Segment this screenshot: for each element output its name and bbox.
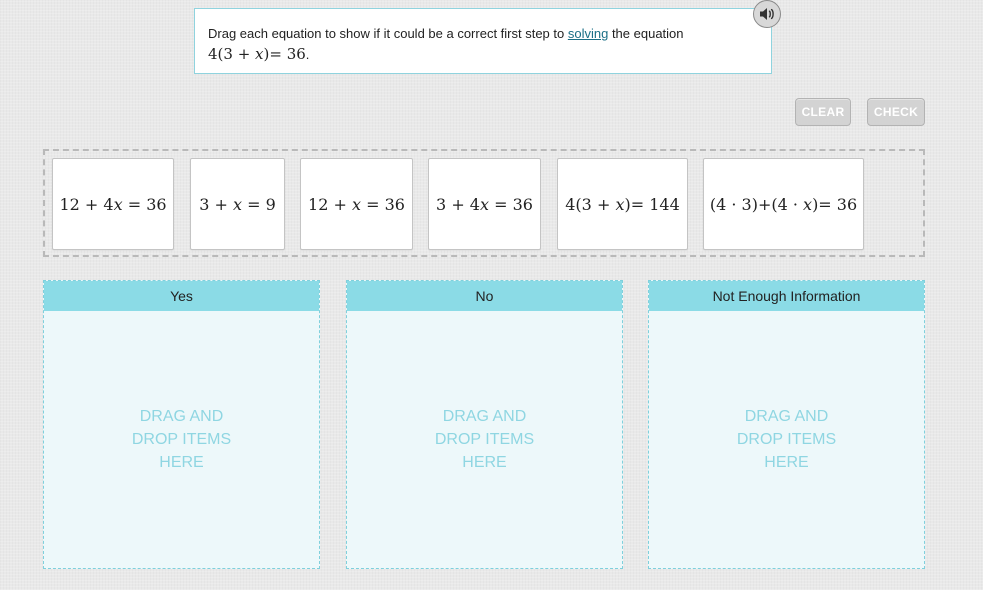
clear-button[interactable]: CLEAR (795, 98, 851, 126)
drop-zone-body[interactable]: DRAG AND DROP ITEMS HERE (649, 311, 924, 568)
prompt-text-end: the equation (608, 26, 684, 41)
prompt-period: . (305, 47, 310, 62)
equation-part-b: )= 36 (812, 194, 858, 214)
drop-zone-no[interactable]: No DRAG AND DROP ITEMS HERE (346, 280, 623, 569)
equation-variable: x (803, 194, 813, 214)
drop-zone-not-enough-information[interactable]: Not Enough Information DRAG AND DROP ITE… (648, 280, 925, 569)
equation-part-a: 3 + (199, 194, 233, 214)
equation-math: 3 + x = 9 (199, 195, 276, 214)
drop-zone-body[interactable]: DRAG AND DROP ITEMS HERE (44, 311, 319, 568)
equation-math: (4 · 3)+(4 · x)= 36 (710, 195, 857, 214)
drop-zone-title: Not Enough Information (649, 281, 924, 311)
prompt-equation-part-b: )= 36 (263, 45, 306, 63)
prompt-equation: 4(3 + x)= 36. (208, 44, 758, 65)
prompt-equation-variable: x (255, 45, 264, 63)
audio-button[interactable] (753, 0, 781, 28)
equation-tile[interactable]: 3 + x = 9 (190, 158, 285, 250)
equation-tile[interactable]: 12 + x = 36 (300, 158, 413, 250)
equation-variable: x (113, 194, 123, 214)
equation-tile[interactable]: 3 + 4x = 36 (428, 158, 541, 250)
equation-part-a: 3 + 4 (436, 194, 480, 214)
equation-variable: x (351, 194, 362, 214)
equation-tile[interactable]: 12 + 4x = 36 (52, 158, 174, 250)
equation-math: 3 + 4x = 36 (436, 195, 533, 214)
drop-zone-title: No (347, 281, 622, 311)
equation-variable: x (232, 194, 243, 214)
prompt-text: Drag each equation to show if it could b… (208, 24, 758, 44)
equation-part-b: = 36 (361, 194, 405, 214)
equation-tile[interactable]: 4(3 + x)= 144 (557, 158, 688, 250)
equation-part-b: = 9 (242, 194, 276, 214)
solving-link[interactable]: solving (568, 26, 608, 41)
equation-math: 12 + 4x = 36 (59, 195, 166, 214)
equation-part-a: (4 · 3)+(4 · (709, 194, 804, 214)
equation-math: 4(3 + x)= 144 (565, 195, 680, 214)
drop-hint: DRAG AND DROP ITEMS HERE (736, 408, 837, 471)
prompt-text-start: Drag each equation to show if it could b… (208, 26, 568, 41)
equation-part-a: 4(3 + (565, 194, 616, 214)
prompt-box: Drag each equation to show if it could b… (194, 8, 772, 74)
drop-hint: DRAG AND DROP ITEMS HERE (434, 408, 535, 471)
drop-zone-yes[interactable]: Yes DRAG AND DROP ITEMS HERE (43, 280, 320, 569)
equation-part-b: )= 144 (624, 194, 680, 214)
drop-hint: DRAG AND DROP ITEMS HERE (131, 408, 232, 471)
equation-part-b: = 36 (489, 194, 533, 214)
speaker-icon (760, 8, 774, 20)
equation-math: 12 + x = 36 (308, 195, 405, 214)
equation-variable: x (479, 194, 490, 214)
drop-zone-title: Yes (44, 281, 319, 311)
prompt-equation-part-a: 4(3 + (208, 45, 256, 63)
equation-tile[interactable]: (4 · 3)+(4 · x)= 36 (703, 158, 864, 250)
equation-part-a: 12 + 4 (59, 194, 114, 214)
drop-zone-body[interactable]: DRAG AND DROP ITEMS HERE (347, 311, 622, 568)
equation-part-b: = 36 (122, 194, 167, 214)
check-button[interactable]: CHECK (867, 98, 925, 126)
prompt-equation-math: 4(3 + x)= 36 (208, 45, 306, 63)
equation-part-a: 12 + (308, 194, 352, 214)
item-bank: 12 + 4x = 36 3 + x = 9 12 + x = 36 3 + 4… (43, 149, 925, 257)
